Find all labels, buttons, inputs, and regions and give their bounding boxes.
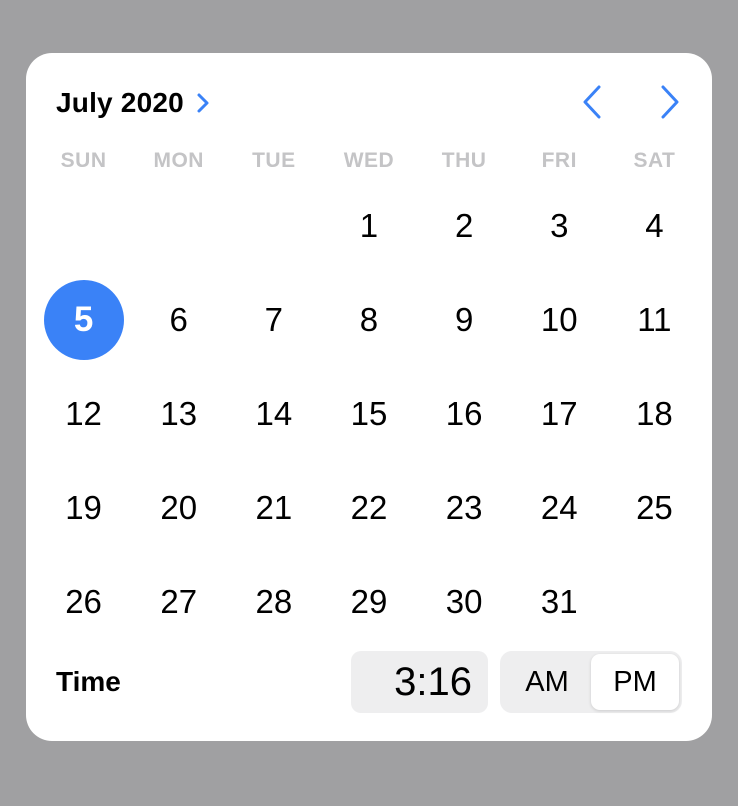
day-button[interactable]: 10 bbox=[519, 280, 599, 360]
day-button[interactable]: 13 bbox=[139, 374, 219, 454]
day-cell: 31 bbox=[512, 555, 607, 649]
weekday-label: FRI bbox=[541, 149, 577, 172]
chevron-right-icon bbox=[661, 85, 679, 119]
day-cell: 23 bbox=[417, 461, 512, 555]
day-button[interactable]: 11 bbox=[614, 280, 694, 360]
day-button[interactable]: 23 bbox=[424, 468, 504, 548]
day-cell: 17 bbox=[512, 367, 607, 461]
weekday-label: SUN bbox=[60, 149, 107, 172]
day-button[interactable]: 29 bbox=[329, 562, 409, 642]
day-button[interactable]: 4 bbox=[614, 186, 694, 266]
day-cell: 29 bbox=[321, 555, 416, 649]
day-cell: 27 bbox=[131, 555, 226, 649]
day-cell: 19 bbox=[36, 461, 131, 555]
day-button[interactable]: 30 bbox=[424, 562, 504, 642]
weekday-label: SAT bbox=[633, 149, 676, 172]
day-button[interactable]: 24 bbox=[519, 468, 599, 548]
day-cell: 12 bbox=[36, 367, 131, 461]
day-button[interactable]: 9 bbox=[424, 280, 504, 360]
day-cell: 26 bbox=[36, 555, 131, 649]
empty-day-cell bbox=[131, 179, 226, 273]
weekday-header-row: SUN MON TUE WED THU FRI SAT bbox=[36, 149, 702, 173]
pm-segment[interactable]: PM bbox=[591, 654, 679, 710]
day-button[interactable]: 25 bbox=[614, 468, 694, 548]
day-button[interactable]: 6 bbox=[139, 280, 219, 360]
day-cell: 11 bbox=[607, 273, 702, 367]
day-button[interactable]: 26 bbox=[44, 562, 124, 642]
time-row: Time 3:16 AM PM bbox=[56, 650, 682, 714]
day-cell: 6 bbox=[131, 273, 226, 367]
date-picker-card: July 2020 SUN MON TUE WED THU FRI SAT 12… bbox=[26, 53, 712, 741]
day-cell: 5 bbox=[36, 273, 131, 367]
selected-day-button[interactable]: 5 bbox=[43, 280, 124, 360]
am-pm-segmented-control: AM PM bbox=[500, 651, 682, 713]
day-cell: 15 bbox=[321, 367, 416, 461]
day-cell: 9 bbox=[417, 273, 512, 367]
day-button[interactable]: 27 bbox=[139, 562, 219, 642]
day-button[interactable]: 19 bbox=[44, 468, 124, 548]
day-cell: 28 bbox=[226, 555, 321, 649]
day-cell: 8 bbox=[321, 273, 416, 367]
day-button[interactable]: 3 bbox=[519, 186, 599, 266]
chevron-left-icon bbox=[583, 85, 601, 119]
time-field[interactable]: 3:16 bbox=[351, 651, 488, 713]
day-button[interactable]: 22 bbox=[329, 468, 409, 548]
day-button[interactable]: 15 bbox=[329, 374, 409, 454]
chevron-right-icon[interactable] bbox=[196, 92, 210, 114]
day-cell: 14 bbox=[226, 367, 321, 461]
day-button[interactable]: 7 bbox=[234, 280, 314, 360]
weekday-label: MON bbox=[153, 149, 204, 172]
day-button[interactable]: 31 bbox=[519, 562, 599, 642]
empty-day-cell bbox=[226, 179, 321, 273]
day-button[interactable]: 2 bbox=[424, 186, 504, 266]
day-cell: 22 bbox=[321, 461, 416, 555]
day-cell: 30 bbox=[417, 555, 512, 649]
day-button[interactable]: 14 bbox=[234, 374, 314, 454]
day-cell: 7 bbox=[226, 273, 321, 367]
day-cell: 13 bbox=[131, 367, 226, 461]
day-cell: 16 bbox=[417, 367, 512, 461]
day-cell: 20 bbox=[131, 461, 226, 555]
previous-month-button[interactable] bbox=[580, 83, 604, 121]
day-button[interactable]: 8 bbox=[329, 280, 409, 360]
day-cell: 4 bbox=[607, 179, 702, 273]
day-button[interactable]: 28 bbox=[234, 562, 314, 642]
time-label: Time bbox=[56, 666, 121, 697]
month-title[interactable]: July 2020 bbox=[56, 87, 184, 119]
next-month-button[interactable] bbox=[658, 83, 682, 121]
day-cell: 24 bbox=[512, 461, 607, 555]
day-cell: 1 bbox=[321, 179, 416, 273]
weekday-label: THU bbox=[441, 149, 487, 172]
day-cell: 2 bbox=[417, 179, 512, 273]
day-cell: 25 bbox=[607, 461, 702, 555]
empty-day-cell bbox=[36, 179, 131, 273]
day-cell: 21 bbox=[226, 461, 321, 555]
day-button[interactable]: 21 bbox=[234, 468, 314, 548]
day-grid: 1 2 3 4 5 6 7 8 9 10 11 12 13 14 15 16 17 18 19 20 21 22 23 24 2… bbox=[36, 179, 702, 649]
day-cell: 10 bbox=[512, 273, 607, 367]
day-button[interactable]: 12 bbox=[44, 374, 124, 454]
day-button[interactable]: 16 bbox=[424, 374, 504, 454]
weekday-label: TUE bbox=[252, 149, 296, 172]
day-button[interactable]: 1 bbox=[329, 186, 409, 266]
day-cell: 3 bbox=[512, 179, 607, 273]
weekday-label: WED bbox=[343, 149, 395, 172]
month-header[interactable]: July 2020 bbox=[56, 83, 210, 123]
day-cell: 18 bbox=[607, 367, 702, 461]
day-button[interactable]: 20 bbox=[139, 468, 219, 548]
am-segment[interactable]: AM bbox=[503, 654, 591, 710]
day-button[interactable]: 18 bbox=[614, 374, 694, 454]
month-navigation bbox=[580, 83, 682, 121]
day-button[interactable]: 17 bbox=[519, 374, 599, 454]
